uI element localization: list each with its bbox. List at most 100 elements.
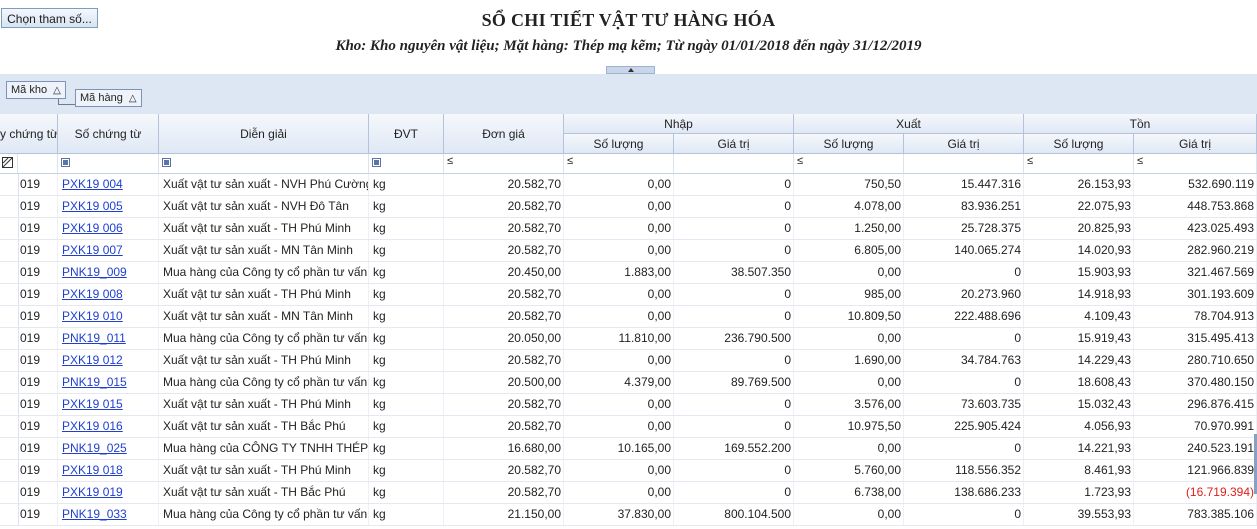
filter-cell-so-chung-tu[interactable] [58, 154, 159, 173]
cell-xuat-so-luong: 4.078,00 [794, 196, 904, 217]
table-row[interactable]: 019 PNK19_015 Mua hàng của Công ty cổ phần… [0, 372, 1257, 394]
cell-dvt: kg [369, 306, 444, 327]
cell-so-chung-tu[interactable]: PXK19 005 [58, 196, 159, 217]
cell-ton-gia-tri: 121.966.839 [1134, 460, 1257, 481]
cell-so-chung-tu[interactable]: PXK19 004 [58, 174, 159, 195]
cell-nhap-so-luong: 0,00 [564, 218, 674, 239]
filter-editor-icon[interactable] [0, 154, 18, 173]
cell-xuat-gia-tri: 118.556.352 [904, 460, 1024, 481]
cell-ton-so-luong: 18.608,43 [1024, 372, 1134, 393]
cell-so-chung-tu[interactable]: PXK19 018 [58, 460, 159, 481]
filter-cell-ton-gia-tri[interactable]: ≤ [1134, 154, 1257, 173]
cell-ton-so-luong: 39.553,93 [1024, 504, 1134, 525]
cell-nhap-so-luong: 0,00 [564, 394, 674, 415]
cell-dien-giai: Mua hàng của Công ty cổ phần tư vấn đ [159, 504, 369, 525]
cell-so-chung-tu[interactable]: PNK19_009 [58, 262, 159, 283]
cell-nhap-so-luong: 11.810,00 [564, 328, 674, 349]
table-row[interactable]: 019 PXK19 018 Xuất vật tư sản xuất - TH Ph… [0, 460, 1257, 482]
cell-so-chung-tu[interactable]: PNK19_015 [58, 372, 159, 393]
filter-cell-ton-so-luong[interactable]: ≤ [1024, 154, 1134, 173]
cell-dvt: kg [369, 372, 444, 393]
cell-don-gia: 20.582,70 [444, 196, 564, 217]
cell-so-chung-tu[interactable]: PXK19 010 [58, 306, 159, 327]
cell-dvt: kg [369, 504, 444, 525]
data-grid: y chứng từ Số chứng từ Diễn giải ĐVT Đơn… [0, 114, 1257, 529]
cell-ton-so-luong: 14.918,93 [1024, 284, 1134, 305]
cell-don-gia: 20.450,00 [444, 262, 564, 283]
group-by-panel: Mã kho △ Mã hàng △ [0, 74, 1257, 114]
cell-so-chung-tu[interactable]: PXK19 016 [58, 416, 159, 437]
filter-cell-nhap-so-luong[interactable]: ≤ [564, 154, 674, 173]
group-chip-label: Mã kho [11, 84, 48, 96]
table-row[interactable]: 019 PXK19 005 Xuất vật tư sản xuất - NVH Đ… [0, 196, 1257, 218]
collapse-header-button[interactable] [606, 66, 655, 74]
group-chip-ma-kho[interactable]: Mã kho △ [6, 81, 66, 99]
cell-xuat-gia-tri: 15.447.316 [904, 174, 1024, 195]
col-header-xuat-so-luong[interactable]: Số lượng [794, 134, 904, 154]
filter-cell-xuat-so-luong[interactable]: ≤ [794, 154, 904, 173]
filter-operator: ≤ [797, 155, 804, 167]
col-header-so-chung-tu[interactable]: Số chứng từ [58, 114, 159, 154]
table-row[interactable]: 019 PXK19 007 Xuất vật tư sản xuất - MN Tâ… [0, 240, 1257, 262]
col-header-nhap-gia-tri[interactable]: Giá trị [674, 134, 794, 154]
filter-cell-ngay[interactable] [18, 154, 58, 173]
cell-don-gia: 20.582,70 [444, 482, 564, 503]
table-row[interactable]: 019 PNK19_011 Mua hàng của Công ty cổ phần… [0, 328, 1257, 350]
group-connector [58, 99, 76, 105]
cell-dvt: kg [369, 394, 444, 415]
cell-so-chung-tu[interactable]: PXK19 015 [58, 394, 159, 415]
cell-dien-giai: Xuất vật tư sản xuất - MN Tân Minh [159, 306, 369, 327]
table-row[interactable]: 019 PXK19 019 Xuất vật tư sản xuất - TH Bắ… [0, 482, 1257, 504]
table-row[interactable]: 019 PXK19 010 Xuất vật tư sản xuất - MN Tâ… [0, 306, 1257, 328]
col-header-ton-gia-tri[interactable]: Giá trị [1134, 134, 1257, 154]
group-chip-ma-hang[interactable]: Mã hàng △ [75, 89, 142, 107]
table-row[interactable]: 019 PNK19_025 Mua hàng của CÔNG TY TNHH TH… [0, 438, 1257, 460]
cell-dien-giai: Xuất vật tư sản xuất - TH Phú Minh [159, 350, 369, 371]
report-subtitle: Kho: Kho nguyên vật liệu; Mặt hàng: Thép… [335, 38, 922, 54]
filter-cell-xuat-gia-tri[interactable] [904, 154, 1024, 173]
col-header-dien-giai[interactable]: Diễn giải [159, 114, 369, 154]
cell-nhap-gia-tri: 236.790.500 [674, 328, 794, 349]
col-header-ton-so-luong[interactable]: Số lượng [1024, 134, 1134, 154]
col-header-don-gia[interactable]: Đơn giá [444, 114, 564, 154]
cell-ton-so-luong: 15.903,93 [1024, 262, 1134, 283]
table-row[interactable]: 019 PXK19 016 Xuất vật tư sản xuất - TH Bắ… [0, 416, 1257, 438]
filter-cell-dvt[interactable] [369, 154, 444, 173]
table-row[interactable]: 019 PXK19 015 Xuất vật tư sản xuất - TH Ph… [0, 394, 1257, 416]
filter-cell-don-gia[interactable]: ≤ [444, 154, 564, 173]
cell-nhap-so-luong: 1.883,00 [564, 262, 674, 283]
col-header-nhap-so-luong[interactable]: Số lượng [564, 134, 674, 154]
cell-nhap-gia-tri: 0 [674, 460, 794, 481]
sort-ascending-icon: △ [128, 93, 137, 104]
cell-so-chung-tu[interactable]: PNK19_033 [58, 504, 159, 525]
table-row[interactable]: 019 PXK19 008 Xuất vật tư sản xuất - TH Ph… [0, 284, 1257, 306]
table-row[interactable]: 019 PNK19_033 Mua hàng của Công ty cổ phần… [0, 504, 1257, 526]
cell-so-chung-tu[interactable]: PNK19_025 [58, 438, 159, 459]
cell-so-chung-tu[interactable]: PXK19 019 [58, 482, 159, 503]
cell-so-chung-tu[interactable]: PNK19_011 [58, 328, 159, 349]
filter-cell-dien-giai[interactable] [159, 154, 369, 173]
filter-operator: ≤ [1027, 155, 1034, 167]
filter-checkbox-icon [372, 158, 381, 167]
col-group-ton: Tồn [1024, 114, 1257, 134]
cell-don-gia: 20.582,70 [444, 284, 564, 305]
table-row[interactable]: 019 PXK19 004 Xuất vật tư sản xuất - NVH P… [0, 174, 1257, 196]
col-header-xuat-gia-tri[interactable]: Giá trị [904, 134, 1024, 154]
cell-so-chung-tu[interactable]: PXK19 006 [58, 218, 159, 239]
cell-ton-so-luong: 4.109,43 [1024, 306, 1134, 327]
cell-ngay: 019 [0, 174, 58, 195]
table-row[interactable]: 019 PNK19_009 Mua hàng của Công ty cổ phần… [0, 262, 1257, 284]
cell-nhap-gia-tri: 0 [674, 416, 794, 437]
col-header-ngay-chung-tu[interactable]: y chứng từ [0, 114, 58, 154]
cell-nhap-gia-tri: 0 [674, 482, 794, 503]
cell-ngay: 019 [0, 394, 58, 415]
cell-nhap-gia-tri: 169.552.200 [674, 438, 794, 459]
filter-cell-nhap-gia-tri[interactable] [674, 154, 794, 173]
table-row[interactable]: 019 PXK19 006 Xuất vật tư sản xuất - TH Ph… [0, 218, 1257, 240]
cell-ngay: 019 [0, 284, 58, 305]
cell-so-chung-tu[interactable]: PXK19 012 [58, 350, 159, 371]
cell-so-chung-tu[interactable]: PXK19 008 [58, 284, 159, 305]
cell-so-chung-tu[interactable]: PXK19 007 [58, 240, 159, 261]
col-header-dvt[interactable]: ĐVT [369, 114, 444, 154]
table-row[interactable]: 019 PXK19 012 Xuất vật tư sản xuất - TH Ph… [0, 350, 1257, 372]
